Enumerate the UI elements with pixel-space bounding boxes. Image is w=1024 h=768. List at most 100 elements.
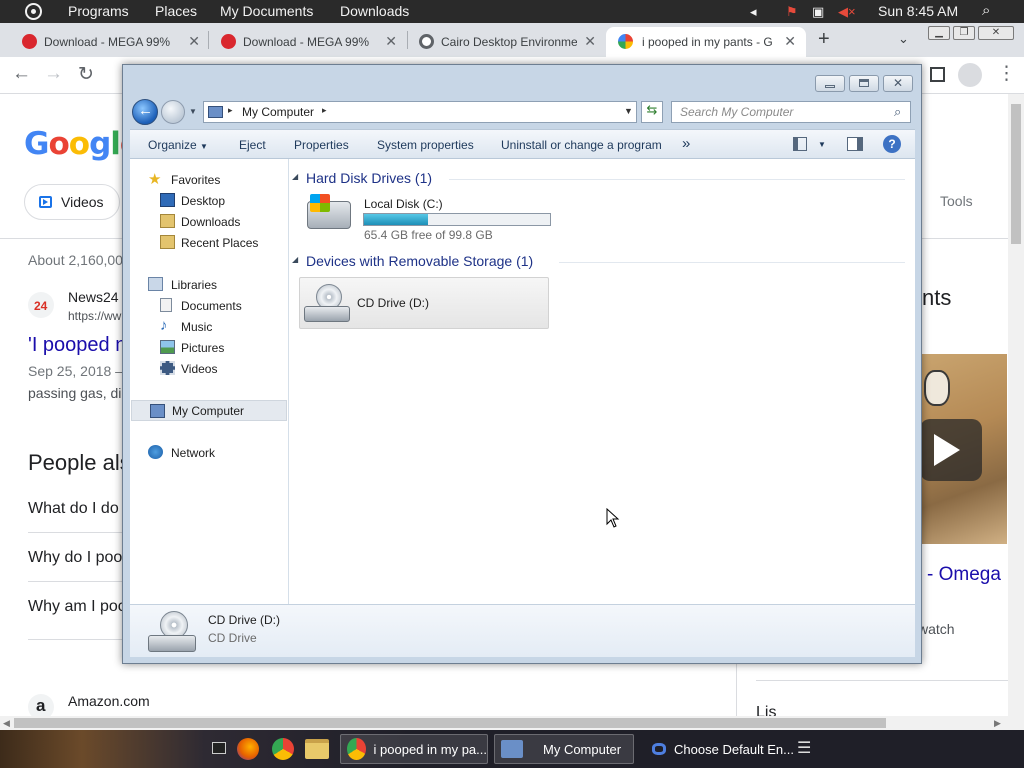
window-minimize-button[interactable]: [815, 75, 845, 92]
file-manager-icon[interactable]: [305, 739, 329, 759]
nav-music[interactable]: ♪ Music: [130, 316, 287, 337]
tab-google-active[interactable]: i pooped in my pants - G ✕: [606, 27, 806, 57]
amazon-favicon: a: [28, 694, 54, 716]
volume-muted-icon[interactable]: ◀×: [838, 4, 856, 20]
search-icon[interactable]: ⌕: [982, 2, 990, 19]
nav-recent-places[interactable]: Recent Places: [130, 232, 287, 253]
paa-question[interactable]: What do I do: [28, 500, 119, 518]
window-maximize-button[interactable]: [849, 75, 879, 92]
explorer-forward-button[interactable]: [161, 100, 185, 124]
taskbar-item-chrome[interactable]: i pooped in my pa...: [340, 734, 488, 764]
nav-label: Network: [171, 446, 216, 460]
downloads-menu[interactable]: Downloads: [340, 3, 409, 19]
refresh-icon[interactable]: ⇆: [641, 101, 663, 123]
network-icon[interactable]: ▣: [812, 4, 824, 20]
group-hard-disk-drives[interactable]: Hard Disk Drives (1): [306, 170, 432, 186]
scroll-left-icon[interactable]: ◀: [3, 718, 10, 729]
programs-menu[interactable]: Programs: [68, 3, 129, 19]
nav-pictures[interactable]: Pictures: [130, 337, 287, 358]
new-tab-button[interactable]: +: [818, 28, 830, 51]
window-close-button[interactable]: ✕: [883, 75, 913, 92]
profile-avatar[interactable]: [958, 63, 982, 87]
nav-my-computer[interactable]: My Computer: [131, 400, 287, 421]
nav-desktop[interactable]: Desktop: [130, 190, 287, 211]
tab-mega-2[interactable]: Download - MEGA 99% ✕: [221, 27, 397, 57]
clock[interactable]: Sun 8:45 AM: [878, 3, 958, 19]
system-properties-button[interactable]: System properties: [377, 138, 474, 152]
paa-question[interactable]: Why am I poc: [28, 598, 126, 616]
nav-network[interactable]: Network: [130, 442, 287, 463]
result-title-link[interactable]: 'I pooped n: [28, 334, 126, 357]
flag-icon[interactable]: ⚑: [786, 4, 798, 20]
address-bar[interactable]: ▸ My Computer ▸ ▼: [203, 101, 637, 123]
address-dropdown-icon[interactable]: ▼: [624, 106, 633, 116]
close-icon[interactable]: ✕: [188, 33, 200, 50]
drive-tray-icon: [148, 635, 196, 652]
breadcrumb-arrow-icon[interactable]: ▸: [228, 105, 233, 116]
collapse-arrow-icon[interactable]: ◢: [292, 255, 298, 264]
tools-button[interactable]: Tools: [940, 193, 973, 209]
breadcrumb-arrow-icon[interactable]: ▸: [322, 105, 327, 116]
breadcrumb-my-computer[interactable]: My Computer: [242, 105, 314, 119]
source-url[interactable]: https://ww: [68, 309, 121, 323]
taskbar-item-default-apps[interactable]: Choose Default En...: [646, 734, 794, 764]
right-video-title[interactable]: - Omega: [927, 564, 1001, 586]
source-name[interactable]: News24: [68, 289, 119, 305]
scroll-right-icon[interactable]: ▶: [994, 718, 1001, 729]
video-play-button[interactable]: [920, 419, 982, 481]
preview-pane-icon[interactable]: [847, 137, 863, 151]
chrome-icon[interactable]: [272, 738, 294, 760]
cairo-menu-icon[interactable]: [25, 3, 42, 20]
close-icon[interactable]: ✕: [584, 33, 596, 50]
organize-button[interactable]: Organize ▼: [148, 138, 208, 152]
explorer-back-button[interactable]: ←: [132, 99, 158, 125]
browser-minimize-button[interactable]: ▁: [928, 26, 950, 40]
nav-favorites[interactable]: ★ Favorites: [130, 169, 287, 190]
paa-question[interactable]: Why do I poo: [28, 549, 122, 567]
tab-cairo[interactable]: Cairo Desktop Environme ✕: [419, 27, 596, 57]
collapse-arrow-icon[interactable]: ◢: [292, 172, 298, 181]
drive-cd-d[interactable]: CD Drive (D:): [299, 277, 549, 329]
search-input[interactable]: Search My Computer ⌕: [671, 101, 911, 123]
hamburger-menu-icon[interactable]: ☰: [797, 738, 811, 758]
help-icon[interactable]: ?: [883, 135, 901, 153]
nav-documents[interactable]: Documents: [130, 295, 287, 316]
show-desktop-icon[interactable]: [212, 742, 226, 754]
back-arrow-icon[interactable]: ←: [12, 63, 31, 85]
drive-local-disk-c[interactable]: Local Disk (C:) 65.4 GB free of 99.8 GB: [301, 194, 551, 242]
vertical-scrollbar[interactable]: [1008, 94, 1024, 730]
kebab-menu-icon[interactable]: ⋮: [997, 62, 1016, 85]
tray-arrow-icon[interactable]: ◂: [750, 4, 757, 20]
horizontal-scrollbar[interactable]: ◀ ▶: [0, 716, 1008, 730]
amazon-source-name[interactable]: Amazon.com: [68, 693, 150, 709]
tab-separator: [208, 31, 209, 49]
nav-downloads[interactable]: Downloads: [130, 211, 287, 232]
tab-mega-1[interactable]: Download - MEGA 99% ✕: [22, 27, 200, 57]
firefox-icon[interactable]: [237, 738, 259, 760]
close-icon[interactable]: ✕: [385, 33, 397, 50]
group-removable-storage[interactable]: Devices with Removable Storage (1): [306, 253, 533, 269]
recent-pages-chevron-icon[interactable]: ▼: [189, 107, 197, 116]
scrollbar-thumb[interactable]: [1011, 104, 1021, 244]
browser-close-button[interactable]: ✕: [978, 26, 1014, 40]
scrollbar-thumb[interactable]: [14, 718, 886, 728]
close-icon[interactable]: ✕: [784, 33, 796, 50]
forward-arrow-icon[interactable]: →: [44, 63, 63, 85]
reload-icon[interactable]: ↻: [78, 63, 94, 86]
videos-filter-chip[interactable]: Videos: [24, 184, 120, 220]
nav-libraries[interactable]: Libraries: [130, 274, 287, 295]
view-dropdown-icon[interactable]: ▼: [818, 140, 826, 149]
nav-videos[interactable]: Videos: [130, 358, 287, 379]
my-documents-menu[interactable]: My Documents: [220, 3, 313, 19]
view-options-icon[interactable]: [793, 137, 807, 151]
side-panel-icon[interactable]: [930, 67, 945, 82]
places-menu[interactable]: Places: [155, 3, 197, 19]
more-commands-button[interactable]: »: [682, 135, 690, 152]
eject-button[interactable]: Eject: [239, 138, 266, 152]
search-icon[interactable]: ⌕: [894, 104, 901, 120]
taskbar-item-my-computer[interactable]: My Computer: [494, 734, 634, 764]
browser-maximize-button[interactable]: ❐: [953, 26, 975, 40]
uninstall-program-button[interactable]: Uninstall or change a program: [501, 138, 662, 152]
tab-search-chevron-icon[interactable]: ⌄: [898, 31, 909, 47]
properties-button[interactable]: Properties: [294, 138, 349, 152]
